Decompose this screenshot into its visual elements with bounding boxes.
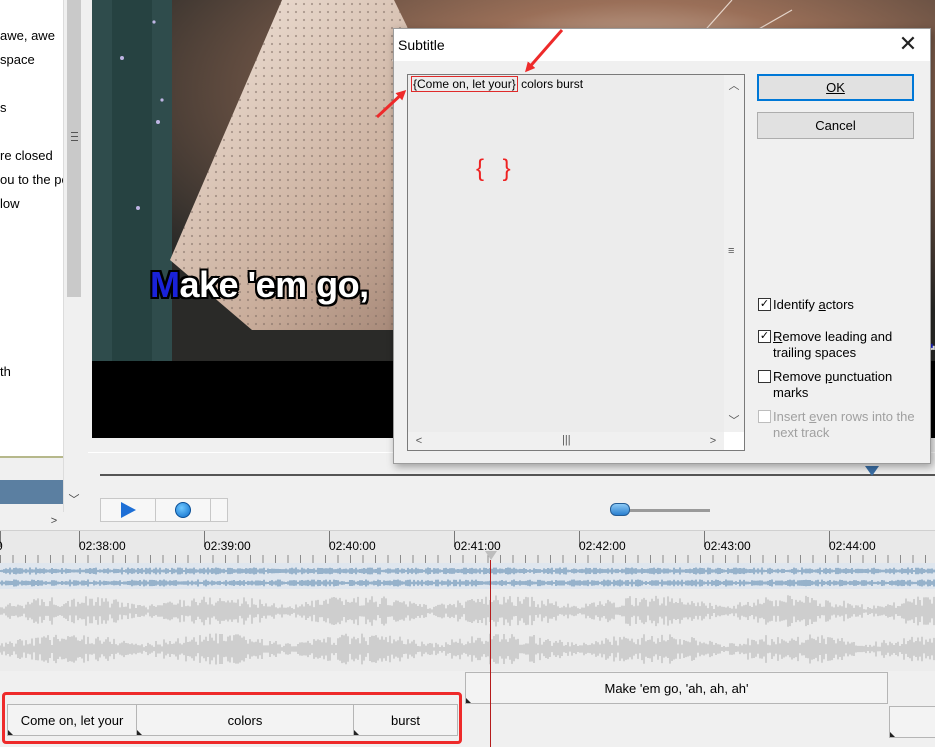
waveform-channel bbox=[0, 633, 935, 665]
app-window: awe, awe space s re closed ou to the pe … bbox=[0, 0, 935, 747]
lyric-line[interactable]: ou to the pe bbox=[0, 172, 63, 187]
waveform-channel bbox=[0, 579, 935, 587]
play-button[interactable] bbox=[101, 499, 156, 521]
ok-button[interactable]: OK bbox=[757, 74, 914, 101]
karaoke-lyric-line: Make 'em go, bbox=[150, 264, 369, 306]
chevron-down-icon[interactable]: ﹀ bbox=[725, 412, 743, 430]
plain-text: colors burst bbox=[517, 77, 584, 91]
subtitle-track: Make 'em go, 'ah, ah, ah' Come on, let y… bbox=[0, 671, 935, 747]
lyrics-divider bbox=[0, 456, 63, 458]
highlight-box bbox=[2, 692, 462, 744]
lyric-line[interactable]: re closed bbox=[0, 148, 53, 163]
grip-icon: ≡ bbox=[728, 245, 735, 257]
ruler-label: 02:44:00 bbox=[829, 539, 876, 553]
volume-slider-track[interactable] bbox=[618, 509, 710, 512]
chevron-right-icon[interactable]: > bbox=[704, 432, 722, 450]
chevron-right-icon[interactable]: > bbox=[45, 512, 63, 530]
remove-punctuation-checkbox[interactable] bbox=[758, 370, 771, 383]
editor-horizontal-scrollbar[interactable]: < ||| > bbox=[408, 432, 724, 450]
subtitle-text-editor[interactable]: {Come on, let your} colors burst { } ︿ ≡… bbox=[407, 74, 745, 451]
cancel-button[interactable]: Cancel bbox=[757, 112, 914, 139]
timeline-ruler[interactable]: 0 02:38:00 02:39:00 02:40:00 02:41:00 02… bbox=[0, 530, 935, 563]
lyrics-panel: awe, awe space s re closed ou to the pe … bbox=[0, 0, 83, 530]
grip-icon bbox=[71, 132, 78, 141]
chevron-up-icon[interactable]: ︿ bbox=[725, 77, 743, 95]
ok-label: OK bbox=[826, 80, 845, 95]
insert-even-rows-label: Insert even rows into the next track bbox=[773, 409, 915, 440]
audio-waveform[interactable] bbox=[0, 589, 935, 671]
identify-actors-checkbox[interactable]: ✓ bbox=[758, 298, 771, 311]
subtitle-dialog: Subtitle ✕ {Come on, let your} colors bu… bbox=[393, 28, 931, 464]
karaoke-highlight: M bbox=[150, 264, 180, 305]
lyrics-list[interactable]: awe, awe space s re closed ou to the pe … bbox=[0, 0, 63, 456]
editor-vertical-scrollbar[interactable]: ︿ ≡ ﹀ bbox=[724, 75, 744, 432]
editor-text-area[interactable]: {Come on, let your} colors burst { } bbox=[408, 75, 724, 432]
transport-buttons bbox=[100, 498, 228, 522]
ruler-label: 02:41:00 bbox=[454, 539, 501, 553]
lyrics-horizontal-scrollbar[interactable]: > bbox=[0, 512, 83, 530]
identify-actors-label: Identify actors bbox=[773, 297, 854, 312]
remove-spaces-checkbox[interactable]: ✓ bbox=[758, 330, 771, 343]
chevron-left-icon[interactable]: < bbox=[410, 432, 428, 450]
dialog-title: Subtitle bbox=[398, 37, 445, 53]
more-button[interactable] bbox=[211, 499, 227, 521]
ruler-minor-ticks bbox=[0, 555, 935, 563]
cancel-label: Cancel bbox=[815, 118, 856, 133]
overview-waveform[interactable] bbox=[0, 563, 935, 589]
ruler-label: 02:40:00 bbox=[329, 539, 376, 553]
braces-annotation: { } bbox=[476, 155, 517, 182]
volume-slider-knob[interactable] bbox=[610, 503, 630, 516]
record-icon bbox=[175, 502, 191, 518]
subtitle-block[interactable]: Make 'em go, 'ah, ah, ah' bbox=[465, 672, 888, 704]
subtitle-block-partial[interactable] bbox=[889, 706, 935, 738]
waveform-channel bbox=[0, 595, 935, 627]
ruler-label: 02:43:00 bbox=[704, 539, 751, 553]
ruler-label: 02:42:00 bbox=[579, 539, 626, 553]
lyric-line[interactable]: low bbox=[0, 196, 20, 211]
karaoke-text: ake 'em go, bbox=[179, 264, 370, 305]
chevron-down-icon[interactable]: ﹀ bbox=[67, 492, 81, 508]
dialog-titlebar[interactable]: Subtitle ✕ bbox=[394, 29, 930, 61]
close-icon[interactable]: ✕ bbox=[894, 33, 922, 57]
lyric-line[interactable]: awe, awe bbox=[0, 28, 55, 43]
remove-punctuation-label: Remove punctuation marks bbox=[773, 369, 893, 400]
ruler-label: 0 bbox=[0, 539, 3, 553]
lyrics-selected-row[interactable] bbox=[0, 480, 63, 504]
lyrics-vertical-scrollbar[interactable]: ﹀ bbox=[63, 0, 83, 512]
ruler-label: 02:39:00 bbox=[204, 539, 251, 553]
editor-text[interactable]: {Come on, let your} colors burst bbox=[411, 76, 584, 92]
overview-waveform-graphic bbox=[0, 567, 935, 587]
insert-even-rows-checkbox bbox=[758, 410, 771, 423]
record-button[interactable] bbox=[156, 499, 211, 521]
lyrics-scroll-thumb[interactable] bbox=[67, 0, 81, 297]
audio-waveform-graphic bbox=[0, 595, 935, 665]
lyric-line[interactable]: th bbox=[0, 364, 11, 379]
waveform-channel bbox=[0, 567, 935, 575]
lyric-line[interactable]: space bbox=[0, 52, 35, 67]
seek-bar[interactable] bbox=[100, 474, 935, 476]
lyric-line[interactable]: s bbox=[0, 100, 7, 115]
seek-marker[interactable] bbox=[865, 466, 879, 476]
grip-icon: ||| bbox=[562, 434, 571, 446]
remove-spaces-label: Remove leading and trailing spaces bbox=[773, 329, 893, 360]
ruler-label: 02:38:00 bbox=[79, 539, 126, 553]
playhead-line[interactable] bbox=[490, 560, 491, 747]
braced-text: {Come on, let your} bbox=[411, 76, 518, 92]
play-icon bbox=[120, 502, 136, 518]
